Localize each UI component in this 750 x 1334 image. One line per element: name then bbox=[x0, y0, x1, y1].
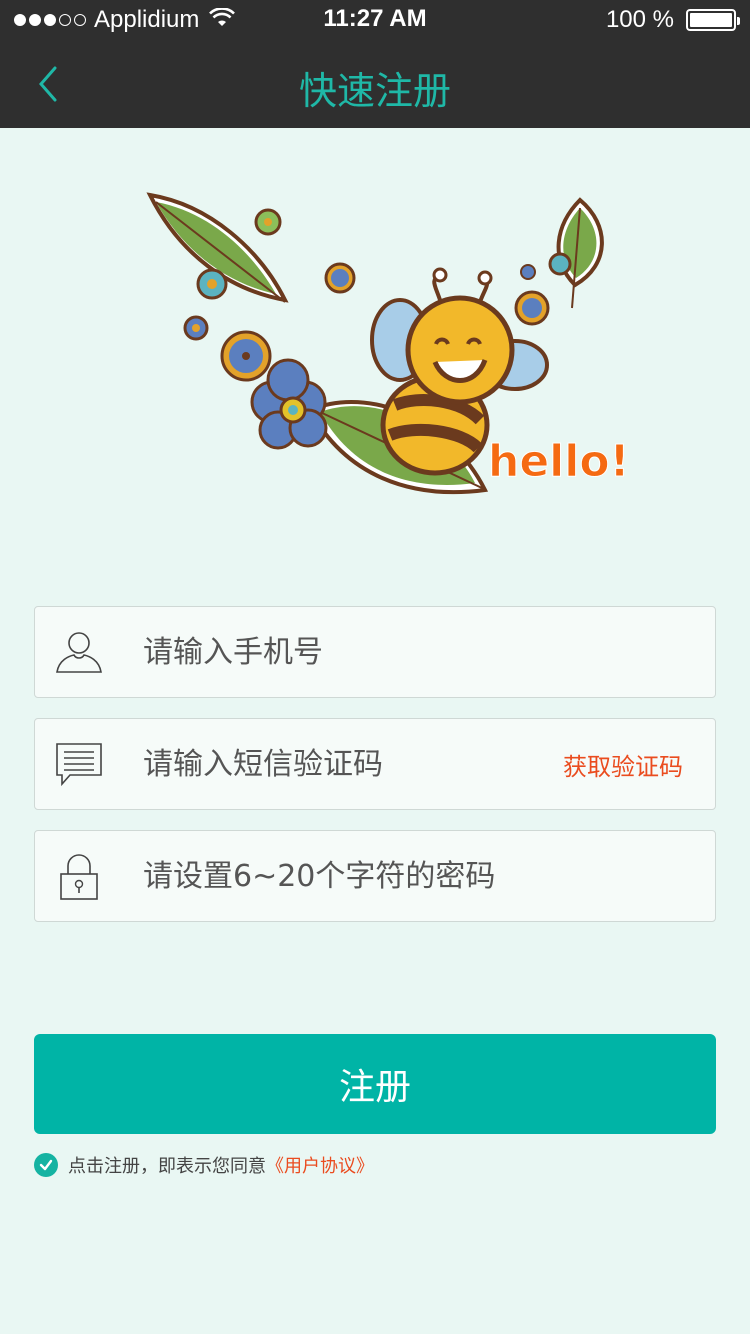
sms-code-input[interactable] bbox=[143, 719, 543, 809]
sms-code-field[interactable]: 获取验证码 bbox=[34, 718, 716, 810]
phone-input[interactable] bbox=[143, 607, 543, 697]
password-field[interactable] bbox=[34, 830, 716, 922]
register-button[interactable]: 注册 bbox=[34, 1034, 716, 1134]
password-input[interactable] bbox=[143, 831, 543, 921]
flower-icon bbox=[514, 290, 550, 326]
flower-icon bbox=[183, 315, 209, 341]
bee-illustration: hello! bbox=[140, 180, 640, 520]
page-title: 快速注册 bbox=[298, 69, 451, 113]
lock-icon bbox=[53, 851, 105, 903]
battery-icon bbox=[686, 9, 740, 31]
status-bar: Applidium 11:27 AM 100 % bbox=[0, 0, 750, 40]
nav-bar: 快速注册 bbox=[0, 40, 750, 128]
flower-icon bbox=[520, 264, 536, 280]
agreement-text: 点击注册，即表示您同意 bbox=[68, 1156, 266, 1177]
flower-icon bbox=[196, 268, 228, 300]
hello-text: hello! bbox=[488, 436, 630, 487]
check-icon[interactable] bbox=[34, 1153, 58, 1177]
agreement-row: 点击注册，即表示您同意 《用户协议》 bbox=[34, 1152, 374, 1178]
flower-icon bbox=[548, 252, 572, 276]
get-code-button[interactable]: 获取验证码 bbox=[563, 747, 683, 782]
status-right: 100 % bbox=[605, 5, 740, 35]
message-icon bbox=[53, 739, 105, 791]
user-icon bbox=[53, 627, 105, 679]
flower-icon bbox=[220, 330, 272, 382]
battery-percent: 100 % bbox=[605, 6, 674, 33]
user-agreement-link[interactable]: 《用户协议》 bbox=[266, 1152, 374, 1178]
flower-icon bbox=[324, 262, 356, 294]
phone-field[interactable] bbox=[34, 606, 716, 698]
flower-icon bbox=[254, 208, 282, 236]
